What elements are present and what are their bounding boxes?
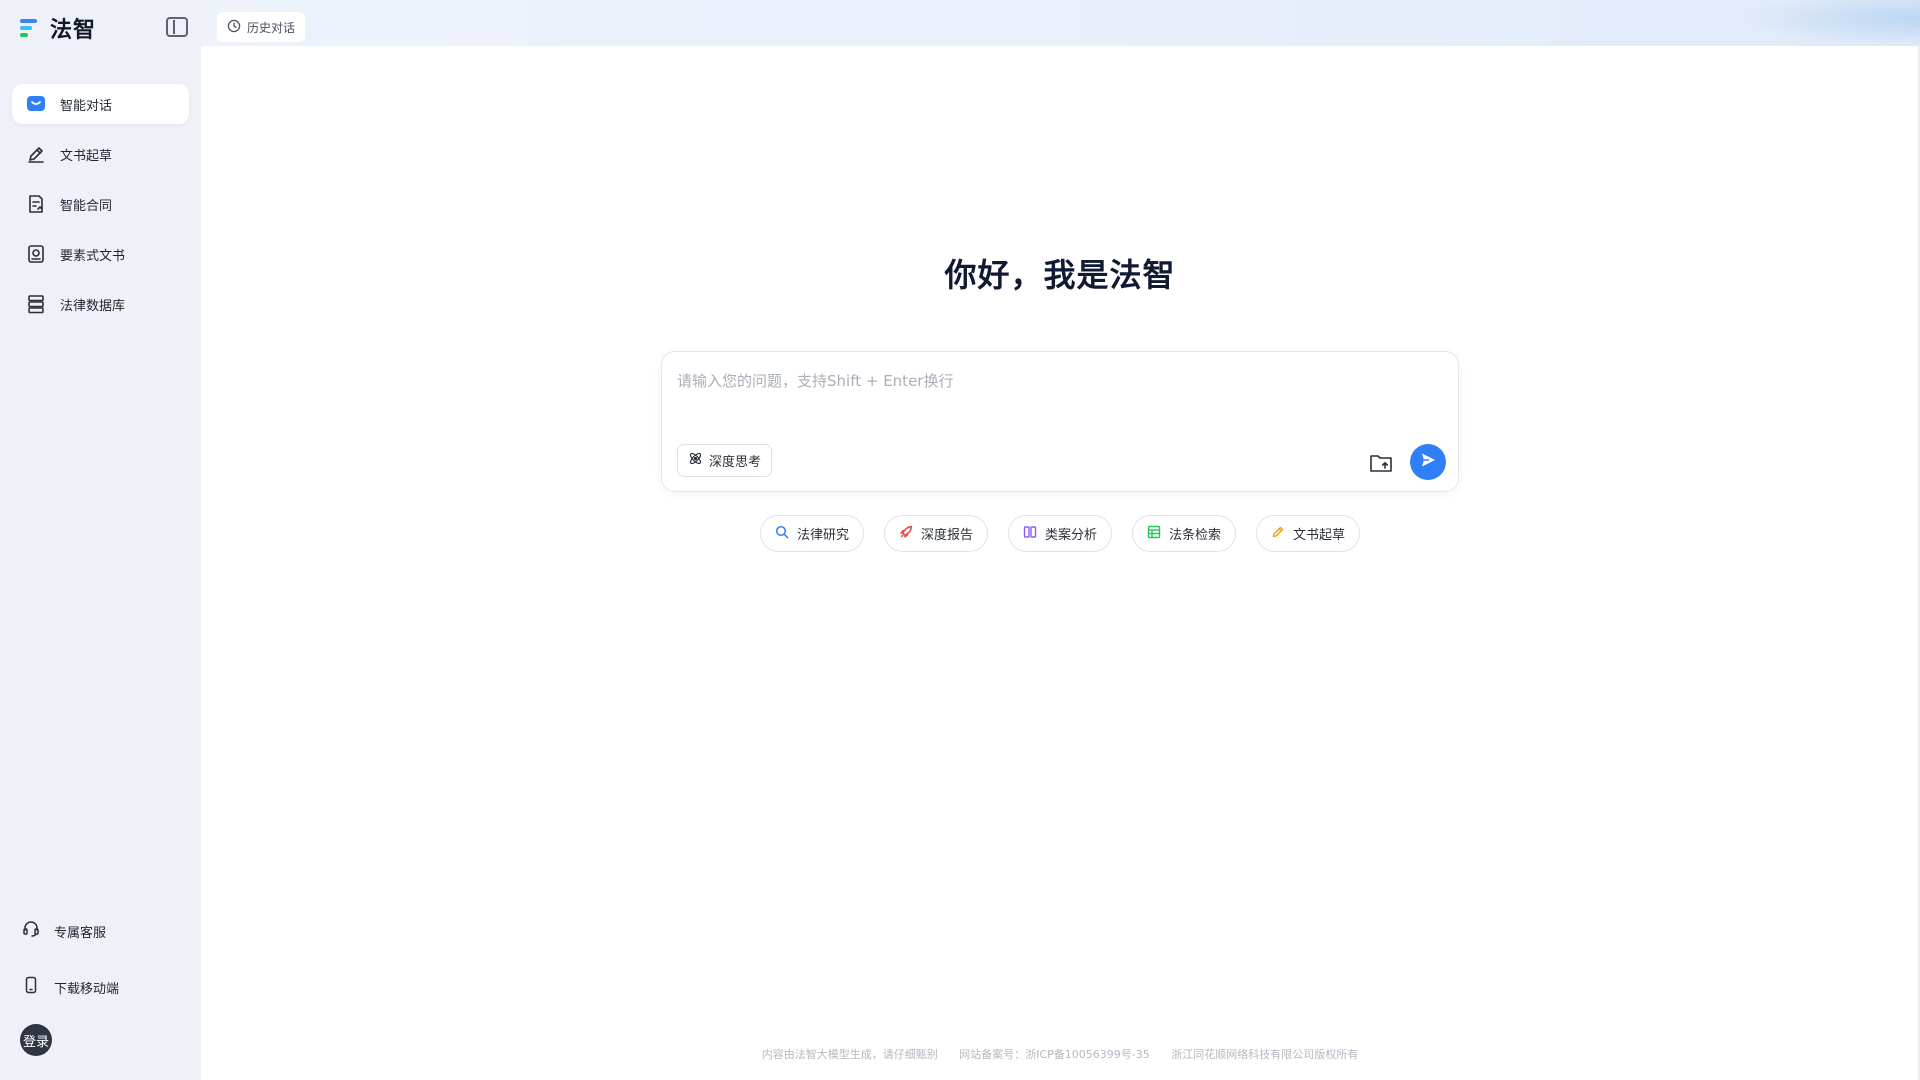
chat-composer: 深度思考 bbox=[661, 351, 1459, 492]
question-input[interactable] bbox=[677, 370, 1437, 430]
chip-label: 深度报告 bbox=[920, 528, 973, 543]
history-label: 历史对话 bbox=[247, 20, 296, 35]
clock-icon bbox=[227, 19, 241, 36]
sidebar-toggle-icon[interactable] bbox=[166, 17, 188, 37]
footer: 内容由法智大模型生成，请仔细甄别 网站备案号：浙ICP备10056399号-35… bbox=[661, 1046, 1459, 1062]
chip-label: 法条检索 bbox=[1169, 528, 1222, 543]
footer-icp[interactable]: 网站备案号：浙ICP备10056399号-35 bbox=[959, 1048, 1150, 1061]
rocket-icon bbox=[899, 525, 913, 543]
upload-folder-icon[interactable] bbox=[1368, 451, 1394, 475]
send-icon bbox=[1418, 450, 1438, 474]
brand-name: 法智 bbox=[50, 18, 97, 43]
customer-service-label: 专属客服 bbox=[54, 925, 107, 941]
sidebar-item-label: 智能合同 bbox=[60, 198, 113, 214]
sidebar-item-legal-database[interactable]: 法律数据库 bbox=[12, 284, 189, 324]
customer-service-link[interactable]: 专属客服 bbox=[22, 913, 192, 949]
history-button[interactable]: 历史对话 bbox=[217, 12, 306, 42]
pen-icon bbox=[26, 144, 46, 164]
topbar: 历史对话 bbox=[201, 0, 1920, 46]
sidebar: 法智 智能对话 文书起草 智能合同 要素式文书 法律数据库 专属客服 下载移动端… bbox=[0, 0, 201, 1080]
search-icon bbox=[775, 525, 789, 543]
phone-icon bbox=[22, 976, 40, 998]
logo-icon bbox=[18, 16, 40, 40]
element-doc-icon bbox=[26, 244, 46, 264]
download-mobile-link[interactable]: 下载移动端 bbox=[22, 969, 192, 1005]
sidebar-item-label: 文书起草 bbox=[60, 148, 113, 164]
quick-actions: 法律研究 深度报告 类案分析 法条检索 文书起草 bbox=[661, 515, 1459, 552]
sidebar-item-smart-contract[interactable]: 智能合同 bbox=[12, 184, 189, 224]
chip-label: 类案分析 bbox=[1044, 528, 1097, 543]
chip-statute-search[interactable]: 法条检索 bbox=[1132, 515, 1237, 552]
chip-deep-report[interactable]: 深度报告 bbox=[883, 515, 988, 552]
database-icon bbox=[26, 294, 46, 314]
sidebar-bottom: 专属客服 下载移动端 bbox=[22, 913, 192, 1025]
chip-legal-research[interactable]: 法律研究 bbox=[759, 515, 864, 552]
sidebar-item-label: 智能对话 bbox=[60, 98, 113, 114]
footer-copyright: 浙江同花顺网络科技有限公司版权所有 bbox=[1171, 1048, 1359, 1061]
chip-label: 文书起草 bbox=[1293, 528, 1346, 543]
footer-disclaimer: 内容由法智大模型生成，请仔细甄别 bbox=[761, 1048, 938, 1061]
deep-think-label: 深度思考 bbox=[709, 455, 762, 470]
sidebar-item-smart-chat[interactable]: 智能对话 bbox=[12, 84, 189, 124]
sidebar-item-label: 要素式文书 bbox=[60, 248, 126, 264]
page-title: 你好，我是法智 bbox=[944, 256, 1176, 294]
sidebar-item-document-drafting[interactable]: 文书起草 bbox=[12, 134, 189, 174]
chip-label: 法律研究 bbox=[796, 528, 849, 543]
headset-icon bbox=[22, 920, 40, 942]
contract-icon bbox=[26, 194, 46, 214]
deep-think-toggle[interactable]: 深度思考 bbox=[677, 444, 773, 477]
table-icon bbox=[1147, 525, 1161, 543]
chip-case-analysis[interactable]: 类案分析 bbox=[1007, 515, 1112, 552]
chip-document-drafting[interactable]: 文书起草 bbox=[1256, 515, 1361, 552]
sidebar-nav: 智能对话 文书起草 智能合同 要素式文书 法律数据库 bbox=[12, 84, 189, 334]
sidebar-item-label: 法律数据库 bbox=[60, 298, 126, 314]
send-button[interactable] bbox=[1410, 444, 1446, 480]
brand[interactable]: 法智 bbox=[18, 14, 97, 43]
atom-icon bbox=[688, 451, 703, 470]
chat-icon bbox=[26, 94, 46, 114]
login-button[interactable]: 登录 bbox=[20, 1024, 52, 1056]
pen-icon bbox=[1271, 525, 1285, 543]
sidebar-item-element-document[interactable]: 要素式文书 bbox=[12, 234, 189, 274]
topbar-decoration bbox=[1740, 0, 1920, 46]
download-mobile-label: 下载移动端 bbox=[54, 981, 120, 997]
compare-icon bbox=[1023, 525, 1037, 543]
